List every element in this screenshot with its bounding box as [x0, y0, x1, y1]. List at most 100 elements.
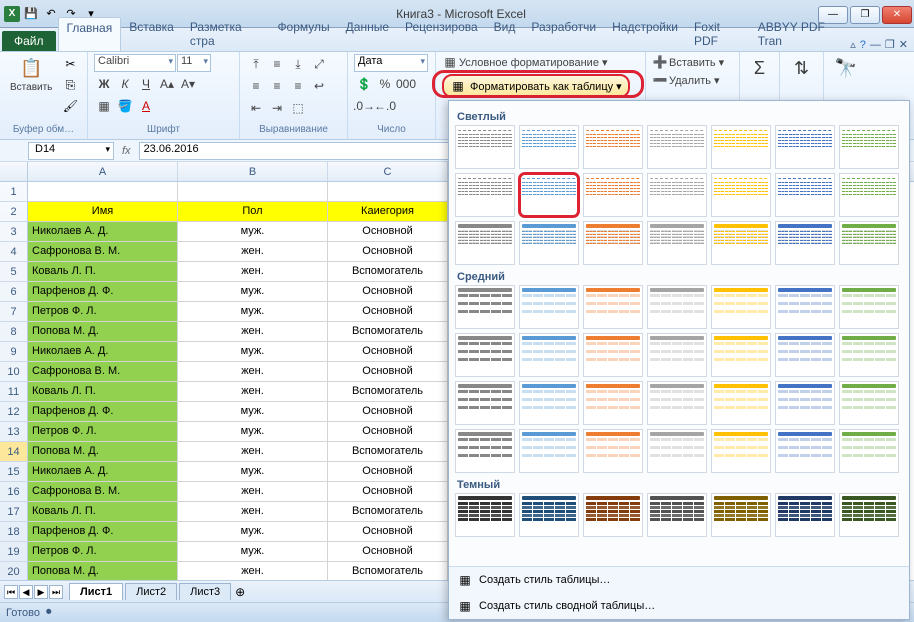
header-cell[interactable]: Каиегория: [328, 202, 448, 222]
cell[interactable]: [28, 182, 178, 202]
format-as-table-button[interactable]: ▦ Форматировать как таблицу ▾: [442, 74, 630, 98]
cell[interactable]: Коваль Л. П.: [28, 262, 178, 282]
cell[interactable]: Основной: [328, 402, 448, 422]
doc-min-icon[interactable]: —: [870, 39, 881, 51]
table-style-thumb[interactable]: [583, 381, 643, 425]
ribbon-tab-8[interactable]: Надстройки: [604, 17, 686, 51]
table-style-thumb[interactable]: [455, 429, 515, 473]
cell[interactable]: Основной: [328, 482, 448, 502]
cell[interactable]: жен.: [178, 242, 328, 262]
table-style-thumb[interactable]: [647, 429, 707, 473]
cell[interactable]: жен.: [178, 482, 328, 502]
cell[interactable]: Основной: [328, 222, 448, 242]
cell[interactable]: муж.: [178, 422, 328, 442]
table-style-thumb[interactable]: [775, 429, 835, 473]
row-header[interactable]: 4: [0, 242, 28, 262]
help-icon[interactable]: ?: [860, 39, 866, 51]
table-style-thumb[interactable]: [711, 221, 771, 265]
table-style-thumb[interactable]: [519, 221, 579, 265]
ribbon-tab-7[interactable]: Разработчи: [523, 17, 604, 51]
cell[interactable]: Основной: [328, 242, 448, 262]
table-style-thumb[interactable]: [839, 333, 899, 377]
table-style-thumb[interactable]: [455, 173, 515, 217]
cell[interactable]: Коваль Л. П.: [28, 502, 178, 522]
table-style-thumb[interactable]: [775, 221, 835, 265]
table-style-thumb[interactable]: [519, 429, 579, 473]
font-color-icon[interactable]: A: [136, 96, 156, 116]
row-header[interactable]: 17: [0, 502, 28, 522]
table-style-thumb[interactable]: [647, 221, 707, 265]
header-cell[interactable]: Имя: [28, 202, 178, 222]
ribbon-tab-1[interactable]: Вставка: [121, 17, 182, 51]
cell[interactable]: Парфенов Д. Ф.: [28, 402, 178, 422]
table-style-thumb[interactable]: [647, 285, 707, 329]
cell[interactable]: муж.: [178, 222, 328, 242]
cut-icon[interactable]: ✂: [60, 54, 80, 74]
table-style-thumb[interactable]: [839, 173, 899, 217]
align-center-icon[interactable]: ≡: [267, 76, 287, 96]
table-style-thumb[interactable]: [583, 429, 643, 473]
row-header[interactable]: 9: [0, 342, 28, 362]
name-box[interactable]: D14: [28, 142, 114, 160]
cell[interactable]: Вспомогатель: [328, 382, 448, 402]
dec-decimal-icon[interactable]: ←.0: [375, 96, 395, 116]
cell[interactable]: Парфенов Д. Ф.: [28, 282, 178, 302]
cell[interactable]: Вспомогатель: [328, 502, 448, 522]
fx-icon[interactable]: fx: [122, 145, 131, 157]
table-style-thumb[interactable]: [711, 333, 771, 377]
cell[interactable]: муж.: [178, 522, 328, 542]
align-middle-icon[interactable]: ≡: [267, 54, 287, 74]
tab-nav-next[interactable]: ▶: [34, 585, 48, 599]
doc-max-icon[interactable]: ❐: [885, 38, 895, 51]
table-style-thumb[interactable]: [839, 285, 899, 329]
row-header[interactable]: 2: [0, 202, 28, 222]
table-style-thumb[interactable]: [711, 125, 771, 169]
cell[interactable]: жен.: [178, 362, 328, 382]
row-header[interactable]: 7: [0, 302, 28, 322]
cell[interactable]: Основной: [328, 462, 448, 482]
table-style-thumb[interactable]: [775, 173, 835, 217]
table-style-thumb[interactable]: [583, 333, 643, 377]
table-style-thumb[interactable]: [775, 493, 835, 537]
table-style-thumb[interactable]: [711, 429, 771, 473]
table-style-thumb[interactable]: [519, 493, 579, 537]
cell[interactable]: Основной: [328, 342, 448, 362]
table-style-thumb[interactable]: [455, 221, 515, 265]
cell[interactable]: Петров Ф. Л.: [28, 302, 178, 322]
row-header[interactable]: 16: [0, 482, 28, 502]
indent-dec-icon[interactable]: ⇤: [246, 98, 266, 118]
cell[interactable]: Сафронова В. М.: [28, 362, 178, 382]
row-header[interactable]: 20: [0, 562, 28, 580]
underline-button[interactable]: Ч: [136, 74, 156, 94]
row-header[interactable]: 14: [0, 442, 28, 462]
cell[interactable]: Петров Ф. Л.: [28, 542, 178, 562]
delete-cells-button[interactable]: ➖ Удалить ▾: [652, 72, 720, 88]
table-style-thumb[interactable]: [775, 381, 835, 425]
fill-color-icon[interactable]: 🪣: [115, 96, 135, 116]
orientation-icon[interactable]: ⤢: [309, 54, 329, 74]
number-format-combo[interactable]: Дата: [354, 54, 428, 72]
table-style-thumb[interactable]: [711, 493, 771, 537]
copy-icon[interactable]: ⎘: [60, 75, 80, 95]
table-style-thumb[interactable]: [455, 285, 515, 329]
cell[interactable]: Сафронова В. М.: [28, 482, 178, 502]
ribbon-tab-2[interactable]: Разметка стра: [182, 17, 270, 51]
currency-icon[interactable]: 💲: [354, 74, 374, 94]
insert-cells-button[interactable]: ➕ Вставить ▾: [652, 54, 724, 70]
table-style-thumb[interactable]: [519, 333, 579, 377]
table-style-thumb[interactable]: [647, 381, 707, 425]
comma-icon[interactable]: 000: [396, 74, 416, 94]
cell[interactable]: жен.: [178, 502, 328, 522]
table-style-thumb[interactable]: [519, 285, 579, 329]
table-style-thumb[interactable]: [519, 173, 579, 217]
align-top-icon[interactable]: ⤒: [246, 54, 266, 74]
paste-button[interactable]: 📋 Вставить: [6, 54, 56, 95]
cell[interactable]: Вспомогатель: [328, 442, 448, 462]
file-tab[interactable]: Файл: [2, 31, 56, 51]
table-style-thumb[interactable]: [647, 173, 707, 217]
close-button[interactable]: ✕: [882, 6, 912, 24]
indent-inc-icon[interactable]: ⇥: [267, 98, 287, 118]
table-style-thumb[interactable]: [775, 333, 835, 377]
table-style-thumb[interactable]: [455, 493, 515, 537]
conditional-format-button[interactable]: ▦ Условное форматирование ▾: [442, 54, 608, 70]
